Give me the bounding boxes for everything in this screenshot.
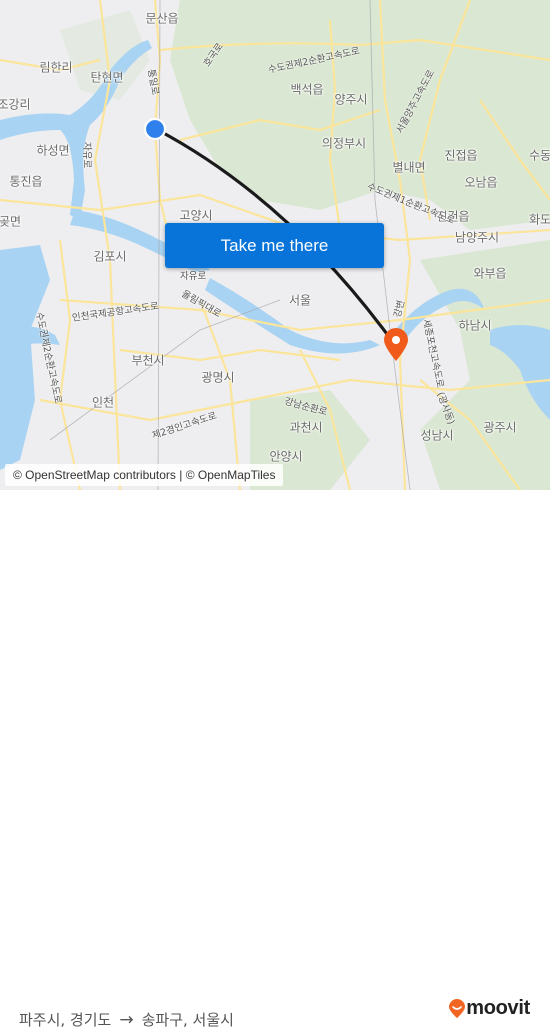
place-label: 별내면 — [392, 160, 426, 175]
origin-name: 파주시, 경기도 — [19, 1011, 112, 1029]
place-label: 고양시 — [179, 208, 213, 223]
place-label: 화도 — [528, 212, 550, 227]
destination-name: 송파구, 서울시 — [141, 1011, 234, 1029]
arrow-right-icon: → — [119, 1009, 134, 1030]
place-label: 진접읍 — [444, 148, 478, 163]
map-view[interactable]: 문산읍림한리탄현면조강리하성면통진읍곶면김포시 고양시 백석읍양주시의정부시별내면 진… — [0, 0, 550, 490]
place-label: 수동 — [528, 148, 550, 163]
place-label: 통진읍 — [9, 174, 43, 189]
place-label: 인천 — [91, 395, 115, 410]
place-label: 안양시 — [269, 449, 303, 464]
place-label: 하남시 — [458, 318, 492, 333]
route-summary: 파주시, 경기도 → 송파구, 서울시 — [19, 1009, 234, 1030]
place-label: 서울 — [288, 293, 312, 308]
place-label: 성남시 — [420, 428, 454, 443]
place-label: 곶면 — [0, 214, 22, 229]
destination-pin-icon[interactable] — [382, 327, 410, 363]
place-label: 오남읍 — [464, 175, 498, 190]
map-attribution[interactable]: © OpenStreetMap contributors | © OpenMap… — [5, 464, 284, 486]
place-label: 양주시 — [334, 92, 368, 107]
place-label: 림한리 — [39, 60, 73, 75]
road-label: 자유로 — [81, 142, 92, 169]
origin-marker[interactable] — [143, 117, 167, 141]
place-label: 부천시 — [131, 353, 165, 368]
place-label: 탄현면 — [90, 70, 124, 85]
place-label: 광주시 — [483, 420, 517, 435]
footer: 파주시, 경기도 → 송파구, 서울시 moovit — [0, 490, 550, 1030]
place-label: 의정부시 — [321, 136, 367, 151]
moovit-pin-icon — [449, 998, 466, 1018]
road-label: 자유로 — [180, 271, 207, 282]
place-label: 와부읍 — [473, 266, 507, 281]
place-label: 하성면 — [36, 143, 70, 158]
moovit-logo[interactable]: moovit — [448, 997, 530, 1020]
place-label: 과천시 — [289, 420, 323, 435]
place-label: 문산읍 — [145, 11, 179, 26]
place-label: 백석읍 — [290, 82, 324, 97]
place-label: 김포시 — [93, 249, 127, 264]
place-label: 남양주시 — [454, 230, 500, 245]
place-label: 광명시 — [201, 370, 235, 385]
place-label: 조강리 — [0, 97, 31, 112]
moovit-wordmark: moovit — [466, 997, 530, 1019]
take-me-there-button[interactable]: Take me there — [165, 223, 384, 268]
